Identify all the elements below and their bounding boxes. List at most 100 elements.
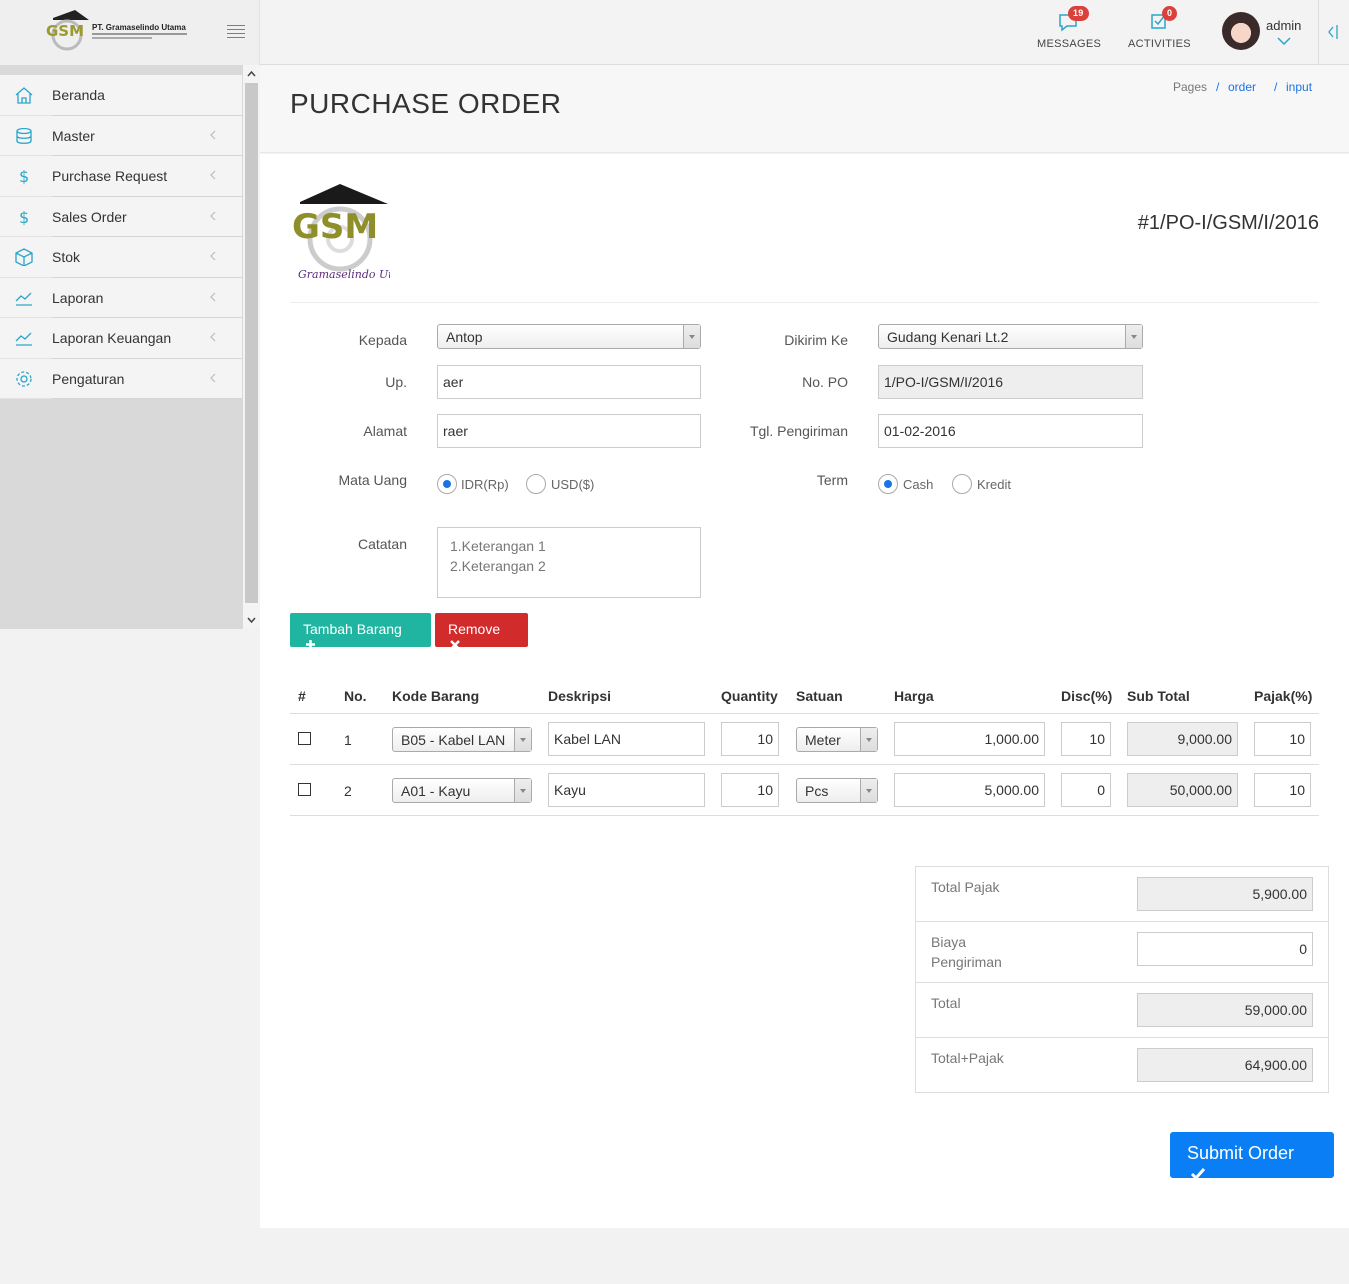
total-pajak-field: 5,900.00 <box>1137 877 1313 911</box>
catatan-label: Catatan <box>357 536 407 552</box>
table-divider <box>290 815 1319 816</box>
main-content: GSM Gramaselindo Utama #1/PO-I/GSM/I/201… <box>260 154 1349 1228</box>
chevron-down-icon <box>1125 325 1142 348</box>
sidebar-item-purchase-request[interactable]: $ Purchase Request <box>0 156 242 197</box>
chevron-left-icon <box>210 251 216 261</box>
breadcrumb-separator: / <box>1274 80 1278 94</box>
breadcrumb-input[interactable]: input <box>1286 80 1312 94</box>
submit-order-button[interactable]: Submit Order <box>1170 1132 1334 1181</box>
menu-toggle-icon[interactable] <box>227 25 245 39</box>
svg-text:$: $ <box>19 208 29 226</box>
biaya-pengiriman-field[interactable]: 0 <box>1137 932 1313 966</box>
term-cash-radio[interactable] <box>878 474 898 494</box>
activities-button[interactable]: 0 ACTIVITIES <box>1128 6 1191 50</box>
subtotal-field: 9,000.00 <box>1127 722 1238 756</box>
scroll-down-icon[interactable] <box>243 614 260 626</box>
sidebar-item-label: Laporan Keuangan <box>52 330 172 346</box>
remove-button[interactable]: Remove <box>435 613 528 650</box>
disc-field[interactable]: 0 <box>1061 773 1111 807</box>
col-header-select: # <box>298 688 306 704</box>
quantity-field[interactable]: 10 <box>721 722 779 756</box>
sidebar-item-label: Master <box>52 127 95 144</box>
mata-uang-label: Mata Uang <box>338 472 407 488</box>
summary-row-biaya: Biaya Pengiriman 0 <box>916 922 1328 983</box>
term-cash-label: Cash <box>903 477 934 492</box>
satuan-value: Meter <box>805 732 841 748</box>
sidebar-item-stok[interactable]: Stok <box>0 237 242 278</box>
company-logo: GSM <box>46 10 89 51</box>
right-panel-toggle[interactable] <box>1318 0 1349 65</box>
term-kredit-label: Kredit <box>977 477 1011 492</box>
pajak-field[interactable]: 10 <box>1254 773 1311 807</box>
deskripsi-field[interactable]: Kayu <box>548 773 705 807</box>
sidebar-item-pengaturan[interactable]: Pengaturan <box>0 359 242 399</box>
plus-icon <box>306 640 315 649</box>
alamat-field[interactable]: raer <box>437 414 701 448</box>
dikirim-select[interactable]: Gudang Kenari Lt.2 <box>878 324 1143 349</box>
breadcrumb-order[interactable]: order <box>1228 80 1256 94</box>
brand-name: PT. Gramaselindo Utama <box>92 23 186 32</box>
total-label: Total <box>931 995 961 1011</box>
no-po-field: 1/PO-I/GSM/I/2016 <box>878 365 1143 399</box>
kode-barang-select[interactable]: A01 - Kayu <box>392 778 532 803</box>
chevron-left-icon <box>210 332 216 342</box>
close-icon <box>450 640 460 650</box>
term-label: Term <box>816 472 848 488</box>
catatan-line: 1.Keterangan 1 <box>450 538 546 554</box>
chevron-down-icon <box>860 728 877 751</box>
avatar[interactable] <box>1222 12 1260 50</box>
harga-field[interactable]: 5,000.00 <box>894 773 1045 807</box>
messages-button[interactable]: 19 MESSAGES <box>1037 6 1101 50</box>
collapse-icon <box>1328 25 1338 39</box>
sidebar-item-master[interactable]: Master <box>0 116 242 156</box>
currency-usd-radio[interactable] <box>526 474 546 494</box>
chevron-down-icon[interactable] <box>1277 37 1291 45</box>
kepada-select[interactable]: Antop <box>437 324 701 349</box>
tgl-pengiriman-field[interactable]: 01-02-2016 <box>878 414 1143 448</box>
sidebar-item-laporan-keuangan[interactable]: Laporan Keuangan <box>0 318 242 359</box>
harga-field[interactable]: 1,000.00 <box>894 722 1045 756</box>
deskripsi-field[interactable]: Kabel LAN <box>548 722 705 756</box>
subtotal-field: 50,000.00 <box>1127 773 1238 807</box>
sidebar-item-label: Laporan <box>52 289 104 306</box>
up-label: Up. <box>385 374 407 390</box>
sidebar-item-laporan[interactable]: Laporan <box>0 278 242 318</box>
page-title: PURCHASE ORDER <box>290 88 562 119</box>
chevron-down-icon <box>683 325 700 348</box>
sidebar-item-beranda[interactable]: Beranda <box>0 75 242 116</box>
kode-barang-select[interactable]: B05 - Kabel LAN <box>392 727 532 752</box>
page-header: PURCHASE ORDER Pages / order / input <box>260 65 1349 153</box>
activities-label: ACTIVITIES <box>1128 38 1191 50</box>
scrollbar-thumb[interactable] <box>245 83 258 603</box>
total-plus-pajak-label: Total+Pajak <box>931 1050 1004 1066</box>
row-checkbox[interactable] <box>298 732 311 745</box>
quantity-field[interactable]: 10 <box>721 773 779 807</box>
submit-order-label: Submit Order <box>1187 1143 1295 1163</box>
divider <box>290 302 1319 303</box>
disc-field[interactable]: 10 <box>1061 722 1111 756</box>
up-field[interactable]: aer <box>437 365 701 399</box>
chevron-down-icon <box>514 728 531 751</box>
messages-badge: 19 <box>1068 6 1089 21</box>
col-header-deskripsi: Deskripsi <box>548 688 612 704</box>
scroll-up-icon[interactable] <box>243 68 260 80</box>
sidebar-item-sales-order[interactable]: $ Sales Order <box>0 197 242 237</box>
satuan-value: Pcs <box>805 783 829 799</box>
sidebar-scrollbar[interactable] <box>243 65 260 629</box>
user-name[interactable]: admin <box>1266 18 1301 33</box>
pajak-field[interactable]: 10 <box>1254 722 1311 756</box>
row-checkbox[interactable] <box>298 783 311 796</box>
svg-text:GSM: GSM <box>46 22 84 40</box>
satuan-select[interactable]: Meter <box>796 727 878 752</box>
currency-idr-radio[interactable] <box>437 474 457 494</box>
satuan-select[interactable]: Pcs <box>796 778 878 803</box>
tambah-barang-button[interactable]: Tambah Barang <box>290 613 431 649</box>
catatan-textarea[interactable]: 1.Keterangan 1 2.Keterangan 2 <box>437 527 701 598</box>
sidebar-item-label: Sales Order <box>52 208 127 225</box>
sidebar-item-label: Pengaturan <box>52 370 125 387</box>
breadcrumb-pages[interactable]: Pages <box>1173 80 1207 94</box>
remove-label: Remove <box>448 621 501 637</box>
term-kredit-radio[interactable] <box>952 474 972 494</box>
total-field: 59,000.00 <box>1137 993 1313 1027</box>
gear-icon <box>16 370 32 387</box>
